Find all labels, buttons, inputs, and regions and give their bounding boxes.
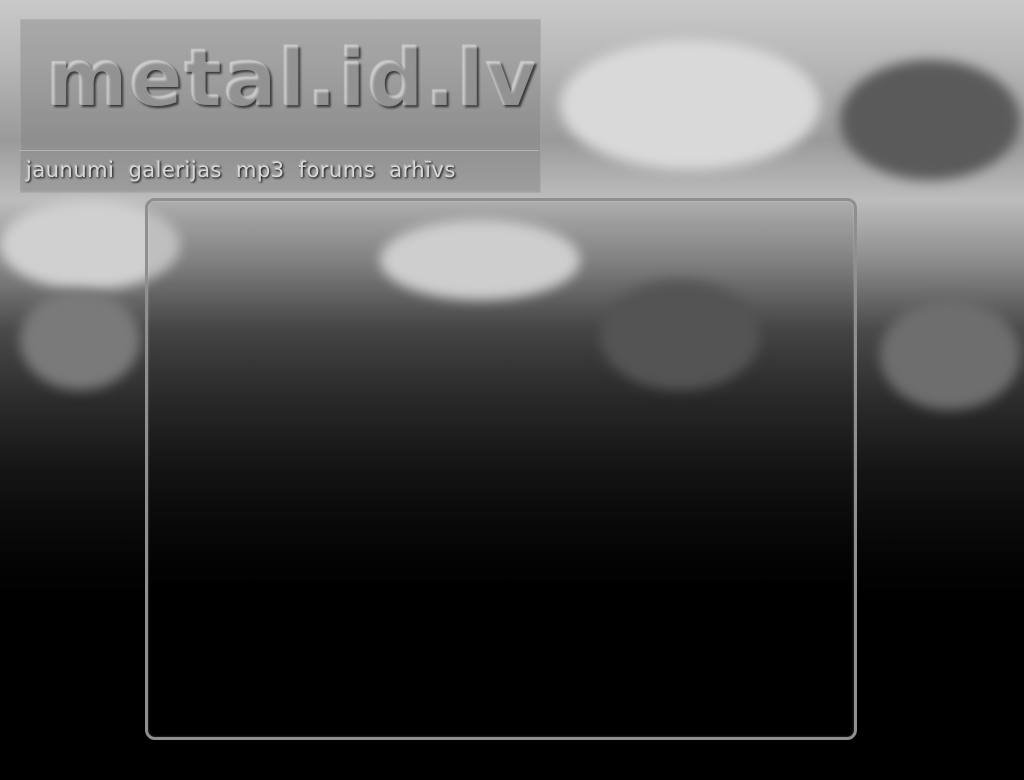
nav-item-mp3[interactable]: mp3: [236, 158, 285, 182]
stone-texture: [20, 290, 140, 390]
stone-texture: [560, 40, 820, 170]
main-navigation: jaunumi galerijas mp3 forums arhīvs: [26, 158, 456, 182]
nav-item-jaunumi[interactable]: jaunumi: [26, 158, 114, 182]
nav-item-galerijas[interactable]: galerijas: [128, 158, 222, 182]
content-frame: [145, 198, 857, 740]
site-logo[interactable]: metal.id.lv: [46, 40, 538, 118]
page-background: metal.id.lv jaunumi galerijas mp3 forums…: [0, 0, 1024, 780]
stone-texture: [880, 300, 1020, 410]
nav-item-arhivs[interactable]: arhīvs: [389, 158, 456, 182]
stone-texture: [840, 60, 1020, 180]
nav-item-forums[interactable]: forums: [299, 158, 376, 182]
